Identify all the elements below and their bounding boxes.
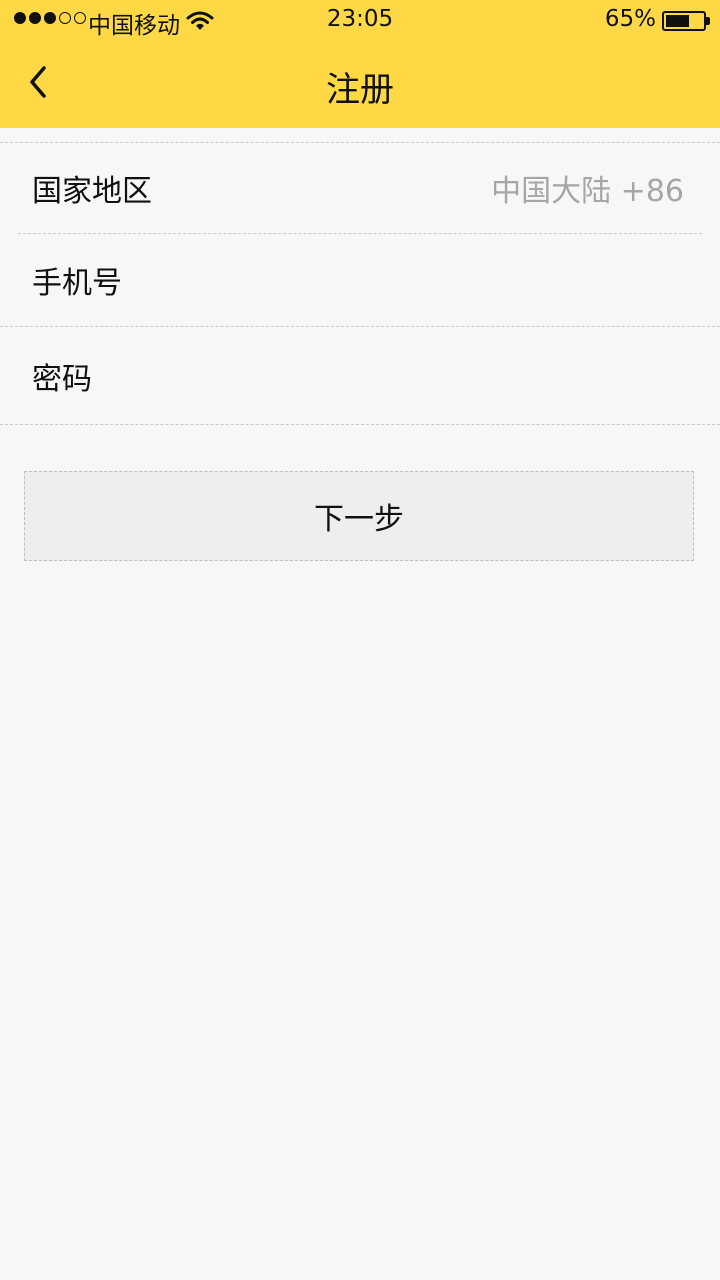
phone-label: 手机号	[32, 266, 122, 301]
password-label: 密码	[32, 361, 92, 397]
country-region-value: 中国大陆 +86	[491, 174, 684, 209]
battery-percent: 65%	[604, 6, 656, 32]
status-bar: 中国移动 23:05 65%	[0, 0, 720, 44]
nav-bar: 注册	[0, 44, 720, 128]
country-region-label: 国家地区	[32, 174, 152, 209]
register-screen: 中国移动 23:05 65% 注册 国家地区 中国大陆 +86 手机号 密码 下…	[0, 0, 720, 1280]
phone-input[interactable]	[146, 250, 684, 310]
phone-row: 手机号	[0, 234, 720, 327]
password-input[interactable]	[116, 345, 684, 406]
header: 中国移动 23:05 65% 注册	[0, 0, 720, 128]
page-title: 注册	[326, 70, 394, 110]
register-form: 国家地区 中国大陆 +86 手机号 密码	[0, 142, 720, 425]
next-step-button[interactable]: 下一步	[24, 471, 694, 561]
battery-level-fill	[666, 15, 690, 27]
battery-tip	[706, 17, 710, 25]
password-row: 密码	[0, 327, 720, 425]
country-region-row[interactable]: 国家地区 中国大陆 +86	[18, 143, 702, 234]
battery-icon	[662, 11, 706, 31]
